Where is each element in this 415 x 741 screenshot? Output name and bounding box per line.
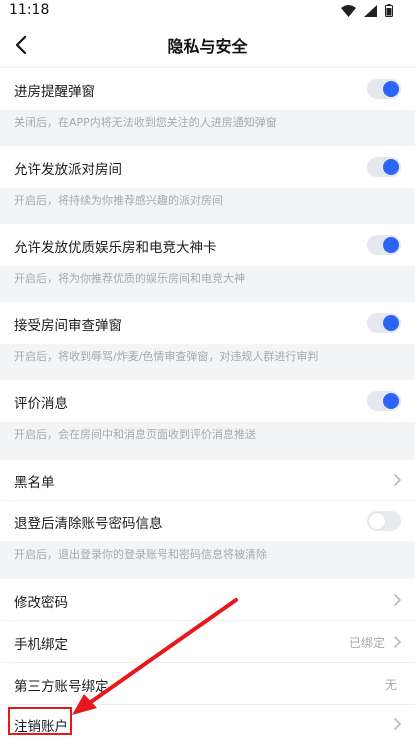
setting-clear-credentials: 退登后清除账号密码信息 [0,501,415,541]
setting-blacklist[interactable]: 黑名单 [0,460,415,500]
toggle-knob [369,513,385,529]
toggle-knob [383,81,399,97]
page-title: 隐私与安全 [167,37,248,56]
signal-icon [364,4,377,17]
review-popup-desc-row: 开启后，将收到辱骂/炸麦/色情审查弹窗，对违规人群进行审判 [0,344,415,380]
clear-credentials-label: 退登后清除账号密码信息 [14,516,163,532]
battery-icon [385,4,393,17]
third-party-binding-label: 第三方账号绑定 [14,679,109,695]
entertainment-rooms-desc-row: 开启后，将为你推荐优质的娱乐房间和电竞大神 [0,266,415,302]
entertainment-rooms-label: 允许发放优质娱乐房和电竞大神卡 [14,240,217,256]
review-popup-toggle[interactable] [367,313,401,333]
change-password-label: 修改密码 [14,595,68,611]
setting-change-password[interactable]: 修改密码 [0,579,415,620]
room-entry-popup-label: 进房提醒弹窗 [14,84,95,100]
phone-binding-label: 手机绑定 [14,637,68,653]
clear-credentials-toggle[interactable] [367,511,401,531]
chevron-right-icon [394,718,401,730]
setting-phone-binding[interactable]: 手机绑定 已绑定 [0,621,415,662]
chevron-right-icon [394,636,401,648]
setting-third-party-binding[interactable]: 第三方账号绑定 无 [0,663,415,704]
clear-credentials-desc-row: 开启后，退出登录你的登录账号和密码信息将被清除 [0,541,415,577]
rating-message-desc: 开启后，会在房间中和消息页面收到评价消息推送 [14,428,256,441]
setting-party-rooms: 允许发放派对房间 [0,146,415,188]
room-entry-popup-toggle[interactable] [367,79,401,99]
status-icons [341,4,393,17]
blacklist-label: 黑名单 [14,475,55,491]
toggle-knob [383,393,399,409]
review-popup-desc: 开启后，将收到辱骂/炸麦/色情审查弹窗，对违规人群进行审判 [14,350,319,363]
rating-message-toggle[interactable] [367,391,401,411]
phone-binding-status: 已绑定 [348,636,385,650]
party-rooms-toggle[interactable] [367,157,401,177]
toggle-knob [383,315,399,331]
setting-entertainment-rooms: 允许发放优质娱乐房和电竞大神卡 [0,224,415,266]
party-rooms-desc-row: 开启后，将持续为你推荐感兴趣的派对房间 [0,188,415,224]
setting-room-entry-popup: 进房提醒弹窗 [0,68,415,110]
party-rooms-desc: 开启后，将持续为你推荐感兴趣的派对房间 [14,194,223,207]
room-entry-popup-desc: 关闭后，在APP内将无法收到您关注的人进房通知弹窗 [14,116,277,129]
setting-rating-message: 评价消息 [0,380,415,422]
nav-bar: 隐私与安全 [0,24,415,66]
status-time: 11:18 [9,2,50,18]
wifi-icon [341,4,356,17]
setting-review-popup: 接受房间审查弹窗 [0,302,415,344]
party-rooms-label: 允许发放派对房间 [14,162,122,178]
room-entry-popup-desc-row: 关闭后，在APP内将无法收到您关注的人进房通知弹窗 [0,110,415,144]
status-bar: 11:18 [0,0,415,24]
review-popup-label: 接受房间审查弹窗 [14,318,122,334]
entertainment-rooms-desc: 开启后，将为你推荐优质的娱乐房间和电竞大神 [14,272,245,285]
clear-credentials-desc: 开启后，退出登录你的登录账号和密码信息将被清除 [14,548,267,561]
rating-message-label: 评价消息 [14,396,68,412]
entertainment-rooms-toggle[interactable] [367,235,401,255]
toggle-knob [383,237,399,253]
toggle-knob [383,159,399,175]
rating-message-desc-row: 开启后，会在房间中和消息页面收到评价消息推送 [0,422,415,458]
chevron-right-icon [394,474,401,486]
annotation-highlight-box [8,707,72,735]
third-party-binding-status: 无 [384,678,397,692]
chevron-right-icon [394,594,401,606]
